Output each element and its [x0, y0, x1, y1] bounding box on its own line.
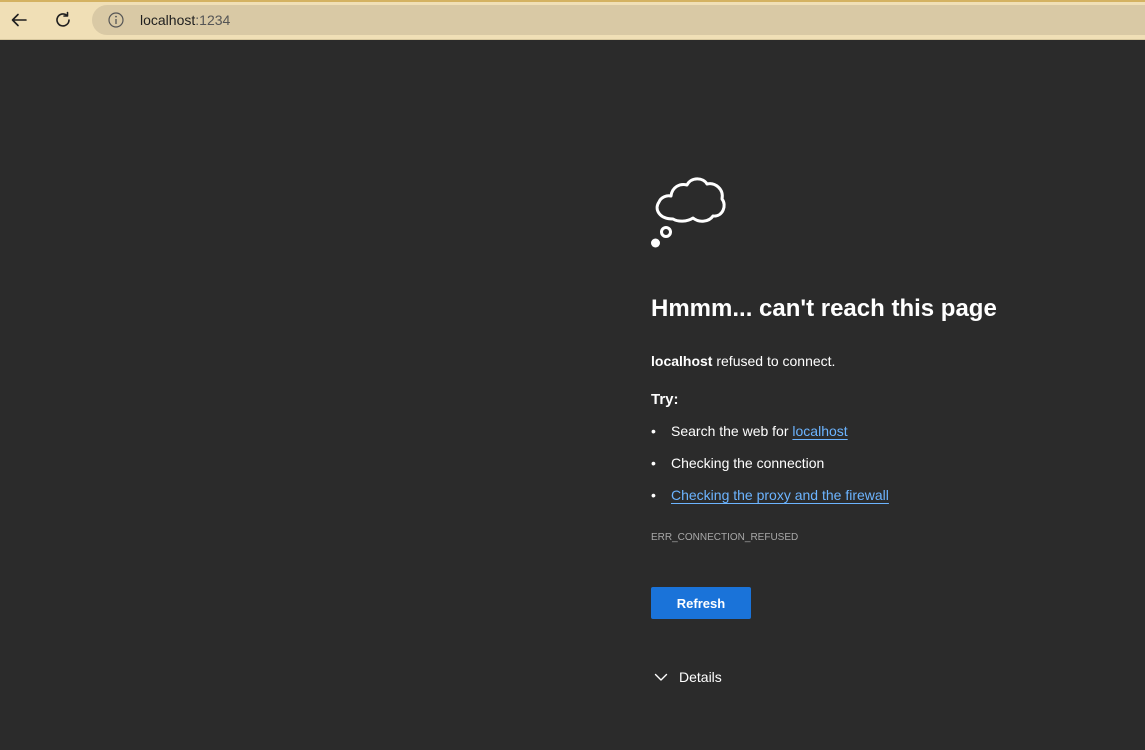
refresh-button[interactable]: Refresh: [651, 587, 751, 619]
browser-toolbar: localhost:1234: [0, 0, 1145, 40]
proxy-firewall-link[interactable]: Checking the proxy and the firewall: [671, 487, 889, 503]
try-label: Try:: [651, 391, 679, 408]
message-host: localhost: [651, 353, 713, 369]
toolbar-accent-line: [0, 0, 1145, 2]
error-message: localhost refused to connect.: [651, 353, 835, 369]
message-text: refused to connect.: [712, 353, 836, 369]
list-item: • Checking the connection: [651, 455, 889, 487]
chevron-down-icon: [654, 673, 668, 681]
details-toggle[interactable]: Details: [653, 669, 722, 685]
info-icon[interactable]: [108, 12, 124, 28]
details-label: Details: [679, 669, 722, 685]
list-item: • Checking the proxy and the firewall: [651, 487, 889, 519]
bullet: •: [651, 487, 656, 503]
url-host: localhost: [140, 12, 196, 28]
back-button[interactable]: [5, 6, 33, 34]
list-item: • Search the web for localhost: [651, 423, 889, 455]
thought-bubble-icon: [651, 177, 726, 248]
suggestion-text: Search the web for: [671, 423, 793, 439]
error-code: ERR_CONNECTION_REFUSED: [651, 532, 799, 543]
refresh-icon: [56, 11, 70, 27]
bullet: •: [651, 423, 656, 439]
bullet: •: [651, 455, 656, 471]
refresh-page-button[interactable]: [49, 6, 77, 34]
url-text[interactable]: localhost:1234: [140, 12, 230, 28]
address-bar[interactable]: localhost:1234: [92, 5, 1145, 35]
back-arrow-icon: [11, 13, 27, 27]
url-port: :1234: [195, 12, 231, 28]
search-localhost-link[interactable]: localhost: [792, 423, 847, 439]
suggestion-text: Checking the connection: [671, 455, 825, 471]
suggestion-list: • Search the web for localhost • Checkin…: [651, 423, 889, 519]
page-title: Hmmm... can't reach this page: [651, 295, 997, 322]
